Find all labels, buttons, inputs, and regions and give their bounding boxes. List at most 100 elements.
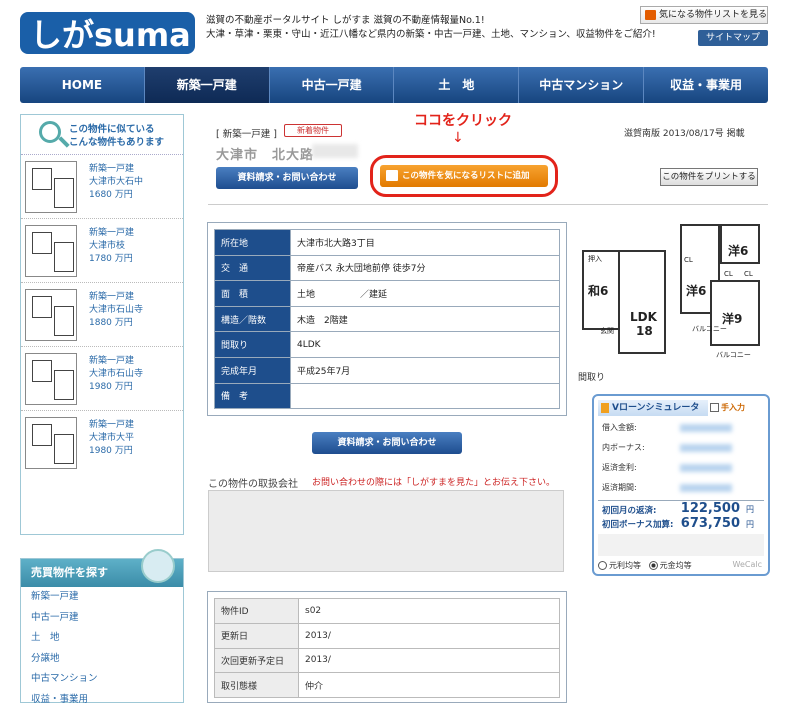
monthly-payment-unit: 円 xyxy=(746,505,754,514)
sitemap-button[interactable]: サイトマップ xyxy=(698,30,768,46)
contact-button-2[interactable]: 資料請求・お問い合わせ xyxy=(312,432,462,454)
table-row: 更新日 2013/ xyxy=(214,622,560,649)
similar-item-type[interactable]: 新築一戸建 xyxy=(89,227,134,240)
info-value: 2013/ xyxy=(298,647,560,674)
search-link-land[interactable]: 土 地 xyxy=(31,628,183,649)
search-link-used-mansion[interactable]: 中古マンション xyxy=(31,669,183,690)
similar-item[interactable]: 新築一戸建 大津市大平 1980 万円 xyxy=(21,411,183,475)
add-to-favorites-button[interactable]: この物件を気になるリストに追加 xyxy=(380,165,548,187)
property-title: 大津市 北大路 xyxy=(216,148,315,163)
similar-item[interactable]: 新築一戸建 大津市枝 1780 万円 xyxy=(21,219,183,283)
similar-item[interactable]: 新築一戸建 大津市大石中 1680 万円 xyxy=(21,155,183,219)
add-favorite-highlight: この物件を気になるリストに追加 xyxy=(370,155,558,197)
floorplan-thumbnail[interactable] xyxy=(25,225,77,277)
click-here-annotation: ココをクリック xyxy=(414,113,512,129)
floorplan-caption: 間取り xyxy=(578,373,606,383)
spec-value: 木造 2階建 xyxy=(290,305,560,333)
similar-item-type[interactable]: 新築一戸建 xyxy=(89,163,143,176)
similar-item-type[interactable]: 新築一戸建 xyxy=(89,291,143,304)
home-icon xyxy=(386,170,398,181)
table-row: 交 通帝産バス 永大団地前停 徒歩7分 xyxy=(214,254,560,282)
dealer-label: この物件の取扱会社 xyxy=(208,479,298,490)
label-ldk-size: 18 xyxy=(636,324,653,338)
similar-properties-panel: この物件に似ている こんな物件もあります 新築一戸建 大津市大石中 1680 万… xyxy=(20,114,184,535)
similar-heading-line-2: こんな物件もあります xyxy=(69,137,165,148)
nav-new-house[interactable]: 新築一戸建 xyxy=(144,67,270,103)
similar-item[interactable]: 新築一戸建 大津市石山寺 1980 万円 xyxy=(21,347,183,411)
table-row: 所在地 大津市北大路3丁目 xyxy=(214,229,560,256)
floorplan-thumbnail[interactable] xyxy=(25,161,77,213)
listing-info-table: 物件ID s02 更新日 2013/ 次回更新予定日 2013/ 取引態様 仲介 xyxy=(207,591,567,703)
similar-item-type[interactable]: 新築一戸建 xyxy=(89,419,134,432)
loan-simulator: Vローンシミュレータ 手入力 借入金額: 内ボーナス: 返済金利: 返済期間: … xyxy=(592,394,770,576)
down-arrow-icon: ↓ xyxy=(452,130,464,146)
info-key: 次回更新予定日 xyxy=(214,647,299,674)
nav-used-mansion[interactable]: 中古マンション xyxy=(519,67,645,103)
loan-rate-value[interactable] xyxy=(680,464,732,472)
monthly-payment-value: 122,500 xyxy=(680,501,740,516)
loan-simulator-title: Vローンシミュレータ xyxy=(598,400,708,416)
search-link-new-house[interactable]: 新築一戸建 xyxy=(31,587,183,608)
label-wa6: 和6 xyxy=(588,284,609,298)
property-search-heading: 売買物件を探す xyxy=(21,549,183,587)
wecalc-brand: WeCalc xyxy=(732,560,762,569)
loan-graph-area xyxy=(598,534,764,556)
info-key: 物件ID xyxy=(214,598,299,624)
table-row: 備 考 xyxy=(214,382,560,410)
print-button[interactable]: この物件をプリントする xyxy=(660,168,758,186)
property-search-title: 売買物件を探す xyxy=(31,566,108,579)
label-balcony-1: バルコニー xyxy=(692,325,727,333)
spec-value xyxy=(290,382,560,410)
table-row: 物件ID s02 xyxy=(214,598,560,624)
nav-commercial[interactable]: 収益・事業用 xyxy=(644,67,768,103)
table-row: 次回更新予定日 2013/ xyxy=(214,647,560,674)
site-tagline: 滋賀の不動産ポータルサイト しがすま 滋賀の不動産情報量No.1! 大津・草津・… xyxy=(206,14,656,42)
spec-key: 構造／階数 xyxy=(214,305,291,333)
similar-item-type[interactable]: 新築一戸建 xyxy=(89,355,143,368)
add-to-favorites-label: この物件を気になるリストに追加 xyxy=(402,171,530,181)
similar-item-location[interactable]: 大津市枝 xyxy=(89,240,134,253)
nav-home[interactable]: HOME xyxy=(20,67,145,103)
similar-item-price: 1680 万円 xyxy=(89,190,133,200)
floorplan-thumbnail[interactable] xyxy=(25,417,77,469)
similar-item-location[interactable]: 大津市大平 xyxy=(89,432,134,445)
label-oshiire: 押入 xyxy=(588,255,602,263)
similar-properties-heading: この物件に似ている こんな物件もあります xyxy=(21,115,183,155)
spec-key: 完成年月 xyxy=(214,356,291,384)
radio-ganri-kinto[interactable] xyxy=(598,561,607,570)
similar-item-location[interactable]: 大津市石山寺 xyxy=(89,368,143,381)
site-logo[interactable]: しがsuma xyxy=(20,8,195,58)
favorite-list-label: 気になる物件リストを見る xyxy=(659,10,768,20)
contact-button[interactable]: 資料請求・お問い合わせ xyxy=(216,167,358,189)
label-yo6-a: 洋6 xyxy=(686,284,707,298)
house-magnifier-icon xyxy=(141,549,175,583)
floorplan-thumbnail[interactable] xyxy=(25,353,77,405)
loan-bonus-value[interactable] xyxy=(680,444,732,452)
search-link-commercial[interactable]: 収益・事業用 xyxy=(31,690,183,703)
search-link-subdivision[interactable]: 分譲地 xyxy=(31,649,183,670)
floorplan-image[interactable]: 押入 和6 LDK 18 洋6 洋6 洋9 CL CL CL 玄関 バルコニー … xyxy=(576,220,772,382)
favorite-list-button[interactable]: 気になる物件リストを見る xyxy=(640,6,768,24)
spec-value: 大津市北大路3丁目 xyxy=(290,229,560,256)
radio-gankin-kinto[interactable] xyxy=(648,561,658,570)
tagline-line-2: 大津・草津・栗東・守山・近江八幡など県内の新築・中古一戸建、土地、マンション、収… xyxy=(206,29,656,40)
search-link-used-house[interactable]: 中古一戸建 xyxy=(31,608,183,629)
home-icon xyxy=(645,10,656,20)
nav-used-house[interactable]: 中古一戸建 xyxy=(270,67,395,103)
loan-bonus-label: 内ボーナス: xyxy=(602,443,645,452)
similar-item-price: 1980 万円 xyxy=(89,382,133,392)
table-row: 完成年月 平成25年7月 xyxy=(214,356,560,384)
similar-item[interactable]: 新築一戸建 大津市石山寺 1880 万円 xyxy=(21,283,183,347)
property-spec-table: 所在地 大津市北大路3丁目 交 通帝産バス 永大団地前停 徒歩7分 面 積土地 ／… xyxy=(207,222,567,416)
spec-key: 交 通 xyxy=(214,254,291,282)
manual-input-checkbox[interactable] xyxy=(710,403,719,412)
loan-amount-value[interactable] xyxy=(680,424,732,432)
loan-term-value[interactable] xyxy=(680,484,732,492)
similar-item-location[interactable]: 大津市石山寺 xyxy=(89,304,143,317)
manual-input-toggle[interactable]: 手入力 xyxy=(710,402,745,413)
nav-land[interactable]: 土 地 xyxy=(394,67,520,103)
similar-item-location[interactable]: 大津市大石中 xyxy=(89,176,143,189)
floorplan-thumbnail[interactable] xyxy=(25,289,77,341)
info-value: 2013/ xyxy=(298,622,560,649)
divider xyxy=(208,204,768,205)
